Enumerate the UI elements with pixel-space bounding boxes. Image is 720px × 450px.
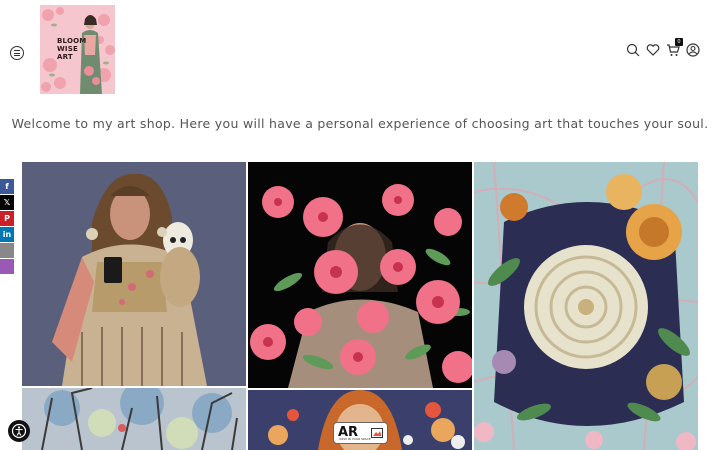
logo[interactable]: BLOOM WISE ART [40,5,115,94]
cart-icon[interactable]: 0 [666,38,683,57]
accessibility-icon[interactable] [8,420,30,442]
heart-icon[interactable] [646,43,660,57]
linkedin-icon[interactable]: in [0,227,14,242]
gallery-item-hibiscus-woman[interactable] [248,162,472,388]
pinterest-icon[interactable]: P [0,211,14,226]
x-icon[interactable]: 𝕏 [0,195,14,210]
account-icon[interactable] [686,43,700,57]
welcome-text: Welcome to my art shop. Here you will ha… [11,116,709,131]
social-share-bar: f 𝕏 P in [0,179,14,275]
menu-icon[interactable] [10,46,24,60]
gallery-item-woman-with-owl[interactable] [22,162,246,386]
gallery-item-trees[interactable] [22,388,246,450]
header-icons: 0 [626,38,700,58]
art-gallery [22,162,698,450]
facebook-icon[interactable]: f [0,179,14,194]
ar-picture-icon [371,428,383,438]
cart-count-badge: 0 [675,38,683,46]
site-header: BLOOM WISE ART 0 [0,0,720,100]
logo-text: BLOOM WISE ART [57,37,87,61]
share-icon[interactable] [0,259,14,274]
ar-sublabel: VIEW IN YOUR SPACE [339,437,371,441]
ar-view-button[interactable]: AR VIEW IN YOUR SPACE [333,422,388,444]
more-share-icon[interactable] [0,243,14,258]
gallery-item-floral-mosaic[interactable] [474,162,698,450]
search-icon[interactable] [626,43,640,57]
